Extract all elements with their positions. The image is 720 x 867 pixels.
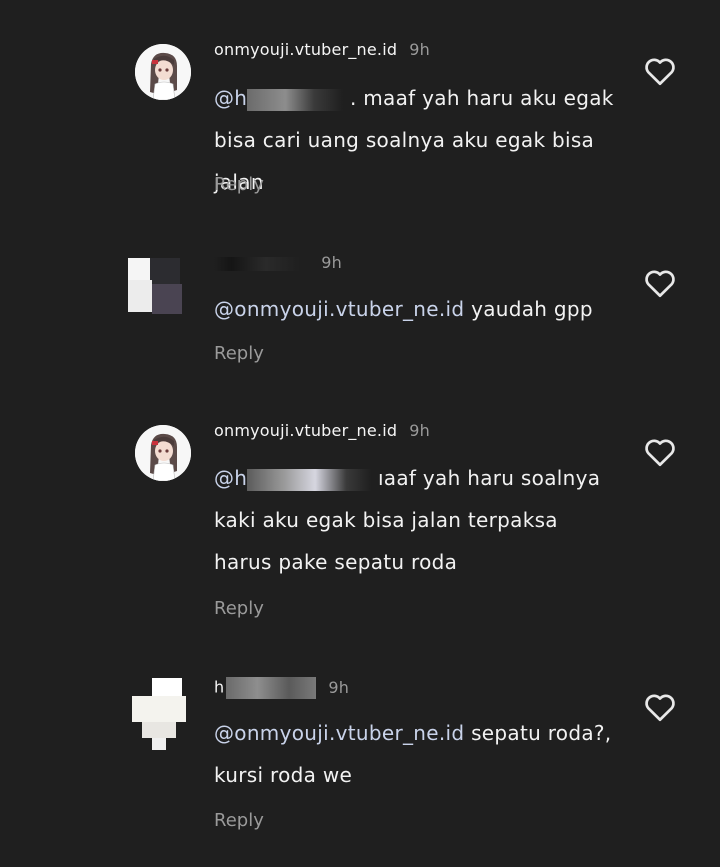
anime-girl-avatar-icon [135,425,191,481]
reply-button[interactable]: Reply [214,598,264,619]
anime-girl-avatar-icon [135,44,191,100]
timestamp: 9h [328,677,350,697]
avatar[interactable] [128,678,190,750]
mention-link[interactable]: @onmyouji.vtuber_ne.id [214,297,464,321]
comment-meta: onmyouji.vtuber_ne.id 9h [214,40,430,59]
avatar[interactable] [135,425,191,481]
reply-button[interactable]: Reply [214,343,264,364]
heart-outline-icon[interactable] [642,53,678,89]
comment-meta: onmyouji.vtuber_ne.id 9h [214,421,430,440]
heart-outline-icon[interactable] [642,689,678,725]
avatar[interactable] [128,258,184,314]
mention-link[interactable]: @h [214,466,247,490]
redacted-block [247,88,344,111]
username[interactable]: onmyouji.vtuber_ne.id [214,40,397,59]
timestamp: 9h [409,40,430,59]
avatar[interactable] [135,44,191,100]
heart-outline-icon[interactable] [642,265,678,301]
redacted-username [226,677,317,699]
username[interactable]: h [214,678,224,697]
comment-text: @h . maaf yah haru aku egak bisa cari ua… [214,77,624,203]
reply-button[interactable]: Reply [214,174,264,195]
comment-text: @onmyouji.vtuber_ne.id yaudah gpp [214,288,654,330]
comment-meta: 9h [214,253,342,272]
redacted-username [214,256,300,271]
mention-link[interactable]: @h [214,86,247,110]
comment-body: yaudah gpp [471,297,593,321]
comment-text: @onmyouji.vtuber_ne.id sepatu roda?, kur… [214,712,614,796]
heart-outline-icon[interactable] [642,434,678,470]
comment-meta: h 9h [214,677,349,699]
reply-button[interactable]: Reply [214,810,264,831]
comment-text: @h ıaaf yah haru soalnya kaki aku egak b… [214,457,614,583]
timestamp: 9h [409,421,430,440]
username[interactable]: onmyouji.vtuber_ne.id [214,421,397,440]
redacted-block [247,468,372,491]
timestamp: 9h [321,253,343,272]
mention-link[interactable]: @onmyouji.vtuber_ne.id [214,721,464,745]
